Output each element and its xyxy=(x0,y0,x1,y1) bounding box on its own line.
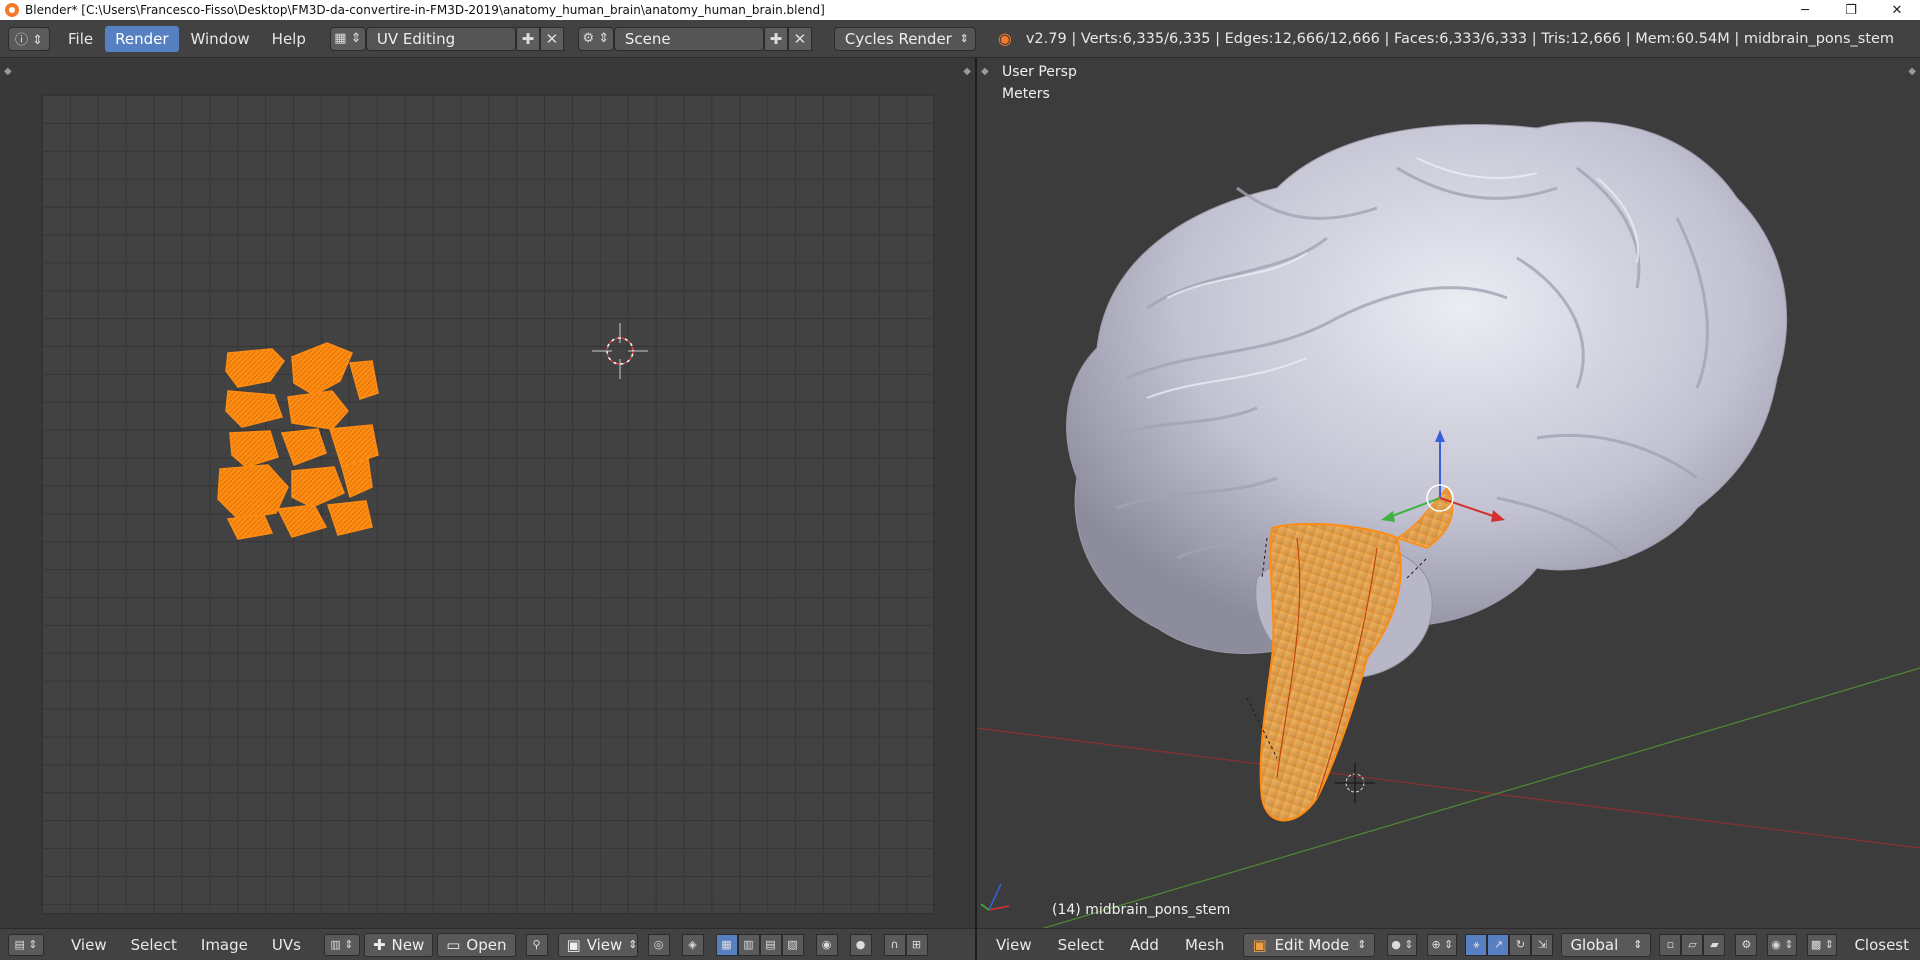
magnet-icon[interactable]: ∩ xyxy=(883,933,906,956)
area-corner-icon[interactable]: ◆ xyxy=(4,66,12,77)
uv-select-face-icon[interactable]: ▤ xyxy=(759,933,782,956)
remove-layout-icon[interactable]: ✕ xyxy=(539,26,564,51)
updown-icon: ⇕ xyxy=(1633,938,1643,951)
add-scene-icon[interactable]: ✚ xyxy=(763,26,788,51)
vp-menu-select[interactable]: Select xyxy=(1049,932,1113,958)
proportional-dropdown-icon[interactable]: ◉ ⇕ xyxy=(1767,933,1798,956)
title-bar: Blender* [C:\Users\Francesco-Fisso\Deskt… xyxy=(0,0,1920,20)
editor-type-icon[interactable]: ▤ ⇕ xyxy=(8,933,44,956)
edit-mode-icon: ▣ xyxy=(1252,935,1267,954)
orientation-label: Global xyxy=(1570,935,1619,954)
pivot-dropdown-icon[interactable]: ⊕ ⇕ xyxy=(1427,933,1458,956)
new-image-label: New xyxy=(391,935,425,954)
uv-menu-select[interactable]: Select xyxy=(122,932,186,958)
2d-cursor-icon[interactable] xyxy=(590,321,650,381)
blender-logo-icon xyxy=(5,3,19,17)
vp-menu-view[interactable]: View xyxy=(987,932,1041,958)
3d-viewport[interactable]: User Persp Meters ◆ ◆ (14) midbrain_pons… xyxy=(977,58,1920,928)
proportional-edit-icon[interactable]: ◉ xyxy=(815,933,838,956)
remove-scene-icon[interactable]: ✕ xyxy=(787,26,812,51)
uv-select-vertex-icon[interactable]: ▦ xyxy=(715,933,738,956)
menu-render[interactable]: Render xyxy=(105,25,179,52)
menu-file[interactable]: File xyxy=(58,26,103,52)
pivot-icon[interactable]: ◎ xyxy=(647,933,670,956)
snap-toggle-icon[interactable]: ● xyxy=(849,933,872,956)
pin-icon[interactable]: ⚲ xyxy=(525,933,548,956)
vp-menu-mesh[interactable]: Mesh xyxy=(1176,932,1234,958)
orientation-dropdown[interactable]: Global ⇕ xyxy=(1561,932,1652,957)
maximize-button[interactable]: ❐ xyxy=(1828,0,1874,20)
x-axis-line xyxy=(977,727,1920,849)
mode-label: Edit Mode xyxy=(1274,935,1350,954)
object-label: (14) midbrain_pons_stem xyxy=(1052,902,1231,918)
view-mode-dropdown[interactable]: ▣ View ⇕ xyxy=(557,932,638,957)
info-header: ⓘ ⇕ File Render Window Help ▦ ⇕ UV Editi… xyxy=(0,20,1920,58)
face-select-icon[interactable]: ▰ xyxy=(1703,933,1726,956)
area-corner-icon[interactable]: ◆ xyxy=(963,66,971,77)
occlude-geometry-icon[interactable]: ⚙ xyxy=(1735,933,1758,956)
snap-dropdown-icon[interactable]: ▩ ⇕ xyxy=(1807,933,1838,956)
3d-view-header: View Select Add Mesh ▣ Edit Mode ⇕ ● ⇕ ⊕… xyxy=(977,928,1920,960)
scale-manipulator-icon[interactable]: ⇲ xyxy=(1531,933,1554,956)
blender-icon: ◉ xyxy=(997,29,1012,48)
open-image-button[interactable]: ▭ Open xyxy=(437,932,516,957)
menu-window[interactable]: Window xyxy=(181,26,260,52)
render-engine-dropdown[interactable]: Cycles Render ⇕ xyxy=(833,26,976,51)
uv-grid[interactable] xyxy=(41,94,934,914)
add-layout-icon[interactable]: ✚ xyxy=(515,26,540,51)
uv-editor-header: ▤ ⇕ View Select Image UVs ▥ ⇕ ✚ New ▭ Op… xyxy=(0,928,975,960)
view-mode-label: View xyxy=(586,935,623,954)
view-icon: ▣ xyxy=(566,935,581,954)
snap-element-icon[interactable]: ⊞ xyxy=(905,933,928,956)
uv-image-editor[interactable]: ◆ ◆ xyxy=(0,58,975,928)
vertex-select-icon[interactable]: ▫ xyxy=(1659,933,1682,956)
menu-help[interactable]: Help xyxy=(262,26,316,52)
brain-mesh xyxy=(1066,121,1788,679)
rotate-manipulator-icon[interactable]: ↻ xyxy=(1509,933,1532,956)
screen-layout-icon[interactable]: ▦ ⇕ xyxy=(329,26,366,51)
mini-axis-icon xyxy=(980,883,1010,911)
vp-menu-add[interactable]: Add xyxy=(1121,932,1168,958)
updown-icon: ⇕ xyxy=(959,32,969,45)
image-browse-icon[interactable]: ▥ ⇕ xyxy=(323,933,360,956)
scene-icon[interactable]: ⚙ ⇕ xyxy=(577,26,614,51)
scene-field[interactable]: Scene xyxy=(613,26,764,51)
brainstem-mesh xyxy=(1246,486,1454,822)
uv-menu-image[interactable]: Image xyxy=(192,932,257,958)
blender-window: Blender* [C:\Users\Francesco-Fisso\Deskt… xyxy=(0,0,1920,960)
uv-select-edge-icon[interactable]: ▥ xyxy=(737,933,760,956)
updown-icon: ⇕ xyxy=(628,938,638,951)
edge-select-icon[interactable]: ▱ xyxy=(1681,933,1704,956)
manipulator-toggle-icon[interactable]: ⚹ xyxy=(1465,933,1488,956)
render-engine-label: Cycles Render xyxy=(844,29,952,48)
sticky-select-icon[interactable]: ◈ xyxy=(681,933,704,956)
3d-cursor-icon xyxy=(1335,763,1375,803)
uv-menu-uvs[interactable]: UVs xyxy=(263,932,310,958)
snap-target-label[interactable]: Closest xyxy=(1845,932,1918,958)
scene-view[interactable] xyxy=(977,58,1920,928)
folder-icon: ▭ xyxy=(446,935,461,954)
uv-islands[interactable] xyxy=(42,95,935,915)
minimize-button[interactable]: ─ xyxy=(1782,0,1828,20)
scene-stats: v2.79 | Verts:6,335/6,335 | Edges:12,666… xyxy=(1025,30,1895,47)
uv-select-island-icon[interactable]: ▧ xyxy=(781,933,804,956)
updown-icon: ⇕ xyxy=(1357,938,1367,951)
uv-menu-view[interactable]: View xyxy=(62,932,116,958)
editor-type-dropdown[interactable]: ⓘ ⇕ xyxy=(8,26,50,51)
plus-icon: ✚ xyxy=(372,935,386,954)
window-title: Blender* [C:\Users\Francesco-Fisso\Deskt… xyxy=(25,3,825,17)
info-icon: ⓘ ⇕ xyxy=(14,33,44,48)
mode-dropdown[interactable]: ▣ Edit Mode ⇕ xyxy=(1243,932,1376,957)
shading-dropdown-icon[interactable]: ● ⇕ xyxy=(1387,933,1418,956)
screen-layout-field[interactable]: UV Editing xyxy=(365,26,516,51)
close-button[interactable]: ✕ xyxy=(1874,0,1920,20)
open-image-label: Open xyxy=(466,935,507,954)
y-axis-line xyxy=(1042,667,1920,928)
new-image-button[interactable]: ✚ New xyxy=(363,932,434,957)
translate-manipulator-icon[interactable]: ↗ xyxy=(1487,933,1510,956)
